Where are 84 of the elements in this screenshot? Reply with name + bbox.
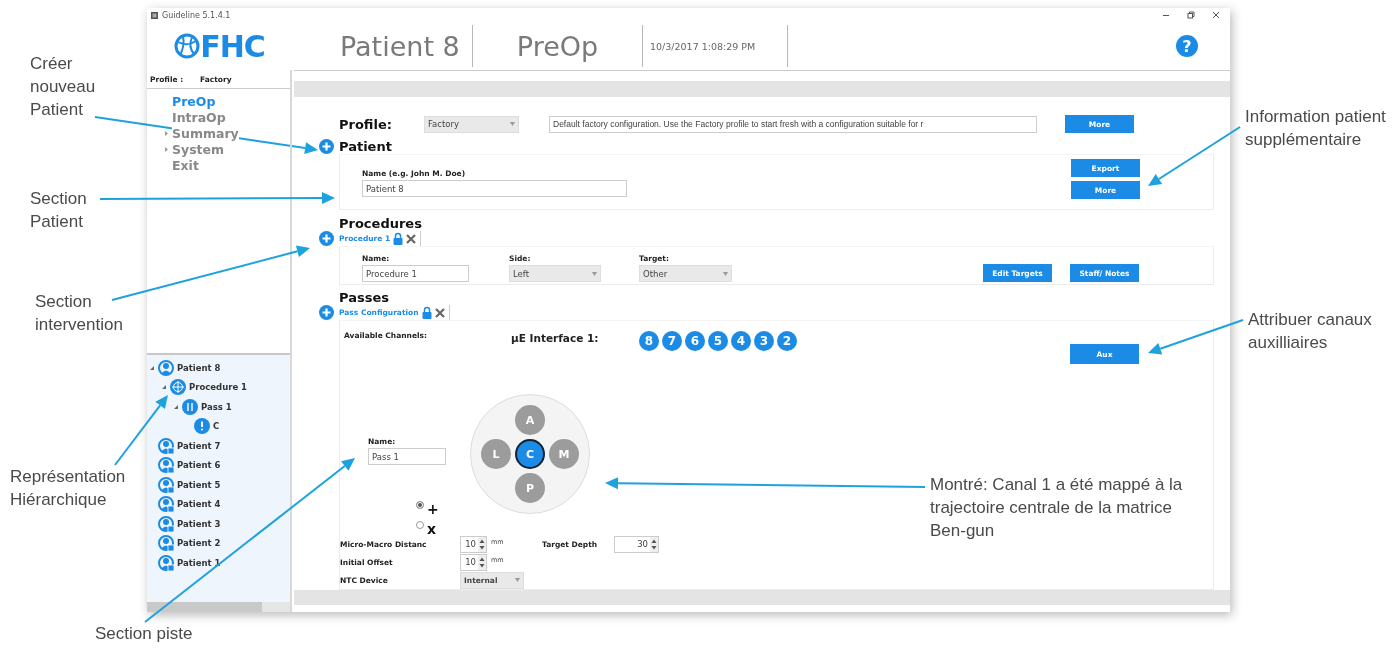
electrode-button[interactable]: P [515,473,545,503]
input-field[interactable]: Patient 8 [362,180,627,197]
add-icon[interactable] [319,231,334,247]
nav-item[interactable]: Exit [172,157,199,173]
expander-icon[interactable] [149,364,155,371]
tree-item[interactable]: Pass 1 [201,401,232,412]
channel-badge[interactable]: 5 [708,331,728,351]
channel-badge[interactable]: 2 [777,331,797,351]
spin-arrows-icon[interactable] [478,554,486,570]
crosshair-icon [170,379,186,396]
spin-arrows-icon[interactable] [478,536,486,552]
radio-label: x [427,521,437,537]
tree-item[interactable]: C [213,421,220,432]
channel-badge[interactable]: 4 [731,331,751,351]
logo-text: FHC [200,28,265,64]
window-title: Guideline 5.1.4.1 [162,10,231,20]
electrode-button[interactable]: L [481,439,511,469]
channel-badge[interactable]: 8 [639,331,659,351]
help-button[interactable]: ? [1176,35,1198,57]
tree-item[interactable]: Patient 8 [177,362,221,373]
dropdown[interactable]: Left [509,265,601,282]
tree-item[interactable]: Patient 3 [177,518,221,529]
spin-arrows-icon[interactable] [650,536,658,552]
caret-icon [723,271,728,276]
callout-text: Représentation Hiérarchique [10,466,127,511]
patient-title: Patient 8 [339,30,461,62]
callout-text: Section intervention [35,291,124,336]
expander-icon[interactable] [173,403,179,410]
radio-button[interactable] [416,521,424,529]
scrollbar[interactable] [147,602,290,612]
tree-item[interactable]: Patient 2 [177,538,221,549]
globe-icon [174,33,201,59]
tree-item[interactable]: Procedure 1 [189,382,248,393]
electrode-button[interactable]: C [515,439,545,469]
expand-arrow-icon[interactable] [165,146,168,152]
lock-icon[interactable] [393,232,404,246]
description-field[interactable]: Default factory configuration. Use the Factory profile to start fresh with a configuration suitable for r [549,115,1037,133]
caret-icon [592,271,597,276]
expander-icon[interactable] [161,384,167,391]
callout-text: Créer nouveau Patient [30,53,97,121]
electrode-button[interactable]: A [515,405,545,435]
expand-arrow-icon[interactable] [165,130,168,136]
input-field[interactable]: Pass 1 [368,448,446,465]
input-field[interactable]: Procedure 1 [362,265,469,282]
callout-text: Section piste [95,623,194,645]
tree-item[interactable]: Patient 5 [177,479,221,490]
dropdown[interactable]: Factory [424,115,519,133]
number-field[interactable]: 10 [460,553,487,571]
add-icon[interactable] [319,305,334,320]
date-time: 10/3/2017 1:08:29 PM [649,40,757,52]
section-title: Patient [339,139,392,154]
channel-badge[interactable]: 6 [685,331,705,351]
nav-item[interactable]: Summary [172,125,239,141]
close-icon[interactable] [406,233,417,244]
interface-label: µE Interface 1: [511,332,600,344]
add-icon[interactable] [319,139,334,154]
dropdown[interactable]: Other [639,265,732,282]
tree-item[interactable]: Patient 4 [177,499,221,510]
radio-button[interactable] [416,501,424,509]
channel-badge[interactable]: 3 [754,331,774,351]
caret-icon [510,122,515,126]
section-title: Procedures [339,216,422,232]
callout-text: Attribuer canaux auxilliaires [1248,309,1373,354]
section-title: Passes [339,290,389,305]
radio-label: + [427,501,439,517]
restore-icon[interactable] [1187,11,1195,19]
pass-icon [182,398,198,415]
channel-badge[interactable]: 7 [662,331,682,351]
callout-text: Information patient supplémentaire [1245,106,1387,151]
electrode-button[interactable]: M [549,439,579,469]
close-icon[interactable] [434,307,445,318]
phase-title: PreOp [515,30,600,62]
tree-item[interactable]: Patient 7 [177,440,221,451]
tree-item[interactable]: Patient 6 [177,460,221,471]
alert-icon [194,418,210,435]
number-field[interactable]: 30 [614,535,659,553]
lock-icon[interactable] [421,306,432,319]
close-icon[interactable] [1212,11,1220,19]
app-icon [151,11,158,19]
profile-label: Profile: [339,116,393,132]
callout-text: Montré: Canal 1 a été mappé à la trajectoire centrale de la matrice Ben-gun [930,474,1184,542]
caret-icon [515,578,520,582]
number-field[interactable]: 10 [460,535,487,553]
callout-text: Section Patient [30,188,88,233]
